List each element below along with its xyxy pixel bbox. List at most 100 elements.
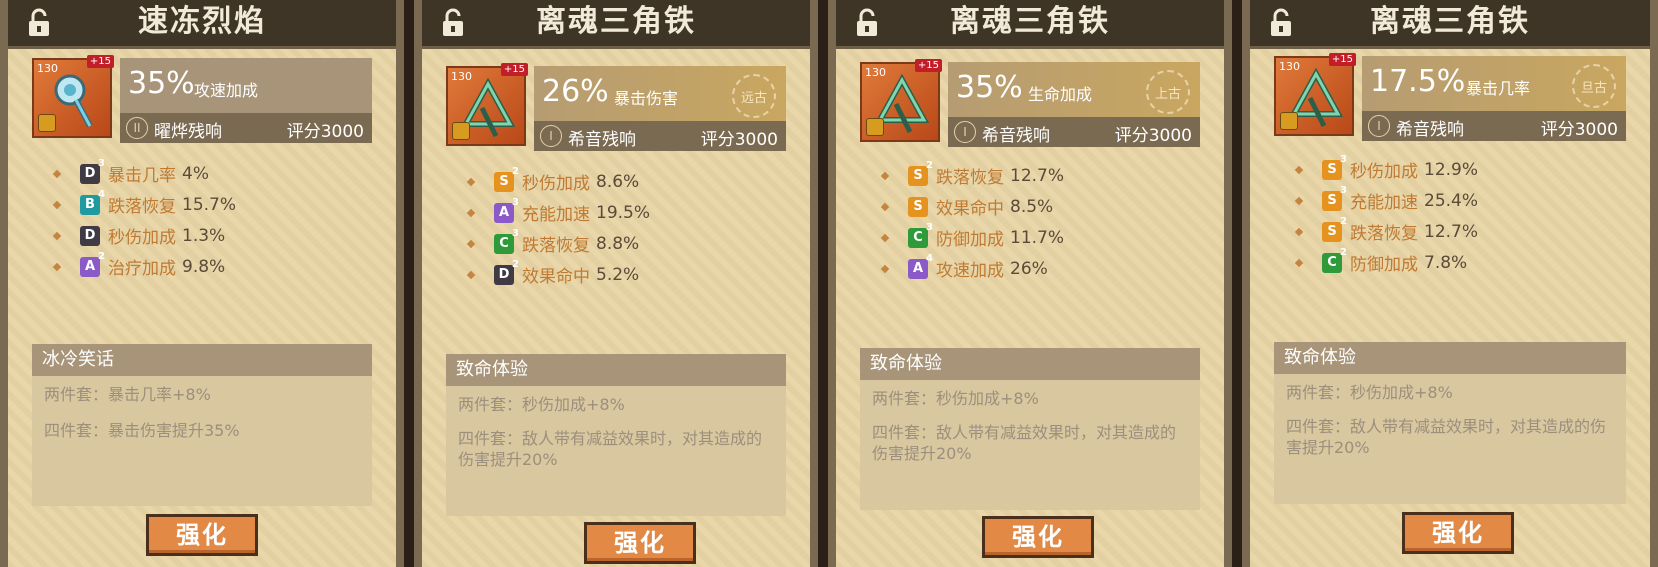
substat-value: 15.7%: [182, 194, 237, 215]
substat-row: C 2 防御加成 7.8%: [1294, 247, 1478, 278]
item-icon[interactable]: 130 +15: [1274, 53, 1356, 136]
card-title: 离魂三角铁: [950, 4, 1110, 39]
grade-badge: D2: [494, 259, 519, 285]
panel-divider: [1232, 0, 1242, 567]
panel-divider: [404, 0, 414, 567]
main-stat-label: 攻速加成: [194, 81, 259, 100]
enhance-badge: +15: [500, 63, 528, 76]
set-name: 致命体验: [446, 354, 786, 386]
equipment-card: 离魂三角铁 130 +15 35% 生命加成 上古 I 希音残响 评分3000 …: [828, 0, 1232, 567]
main-stat-value: 35%: [956, 70, 1023, 105]
enhance-button[interactable]: 强化: [146, 514, 258, 556]
bullet-icon: [52, 262, 62, 271]
four-piece-bonus: 四件套：敌人带有减益效果时，对其造成的伤害提升20%: [1286, 417, 1607, 457]
rarity-emblem-icon: 旦古: [1572, 64, 1616, 108]
substat-name: 跌落恢复: [936, 168, 1004, 188]
bullet-icon: [880, 233, 890, 242]
item-icon[interactable]: 130 +15: [446, 63, 528, 146]
substat-value: 5.2%: [596, 264, 640, 285]
grade-badge: B4: [80, 189, 105, 215]
main-stat-label: 暴击几率: [1466, 79, 1531, 98]
substat-row: S 2 秒伤加成 8.6%: [466, 166, 650, 197]
main-stat-label: 生命加成: [1028, 85, 1093, 104]
rank-badge: II: [126, 117, 148, 139]
two-piece-bonus: 两件套：秒伤加成+8%: [1286, 383, 1453, 402]
card-title-bar: 离魂三角铁: [422, 0, 810, 49]
substat-name: 防御加成: [1350, 255, 1418, 275]
item-icon[interactable]: 130 +15: [32, 55, 114, 138]
set-name: 冰冷笑话: [32, 344, 372, 376]
grade-badge: D: [80, 225, 100, 246]
substat-value: 8.8%: [596, 233, 640, 254]
grade-badge: S2: [908, 160, 933, 186]
main-stat-value: 17.5%: [1370, 64, 1466, 99]
substat-name: 跌落恢复: [1350, 224, 1418, 244]
grade-badge: C3: [494, 228, 519, 254]
rank-badge: I: [954, 121, 976, 143]
sub-row: I 希音残响 评分3000: [534, 121, 786, 151]
score: 评分3000: [700, 130, 778, 150]
substat-value: 8.6%: [596, 171, 640, 192]
set-name: 致命体验: [1274, 342, 1626, 374]
substat-name: 跌落恢复: [522, 236, 590, 256]
substat-row: D 2 效果命中 5.2%: [466, 259, 650, 290]
grade-badge: A4: [908, 253, 933, 279]
bullet-icon: [880, 171, 890, 180]
grade-badge: S: [908, 196, 928, 217]
score: 评分3000: [286, 122, 364, 142]
substat-name: 秒伤加成: [108, 228, 176, 248]
substat-row: S 2 跌落恢复 12.7%: [1294, 216, 1478, 247]
substat-name: 秒伤加成: [522, 174, 590, 194]
bullet-icon: [466, 177, 476, 186]
bullet-icon: [880, 264, 890, 273]
set-bonus-panel: 致命体验 两件套：秒伤加成+8% 四件套：敌人带有减益效果时，对其造成的伤害提升…: [446, 354, 786, 516]
substat-name: 攻速加成: [936, 261, 1004, 281]
card-title-bar: 离魂三角铁: [1250, 0, 1650, 49]
substat-value: 26%: [1010, 258, 1048, 279]
substat-value: 4%: [182, 163, 209, 184]
main-stat-value: 26%: [542, 74, 609, 109]
substat-value: 9.8%: [182, 256, 226, 277]
set-bonus-panel: 致命体验 两件套：秒伤加成+8% 四件套：敌人带有减益效果时，对其造成的伤害提升…: [1274, 342, 1626, 504]
four-piece-bonus: 四件套：敌人带有减益效果时，对其造成的伤害提升20%: [872, 423, 1177, 463]
enhance-button[interactable]: 强化: [1402, 512, 1514, 554]
resonance-name: 希音残响: [568, 130, 636, 150]
rarity-emblem-icon: 上古: [1146, 70, 1190, 114]
equipment-card-row: 速冻烈焰 130 +15 35% 攻速加成 II 曜烨残响 评分3000 D3暴…: [0, 0, 1658, 567]
substat-name: 充能加速: [522, 205, 590, 225]
substat-value: 19.5%: [596, 202, 651, 223]
substat-row: C 3 跌落恢复 8.8%: [466, 228, 650, 259]
bullet-icon: [1294, 165, 1304, 174]
card-title: 离魂三角铁: [536, 4, 696, 39]
substat-list: D 3 暴击几率 4% B 4 跌落恢复 15.7% D 秒伤加成 1.3% A 2 治疗加成 9.8…: [52, 158, 237, 282]
resonance-name: 曜烨残响: [154, 122, 222, 142]
set-badge-icon: [38, 114, 56, 132]
substat-name: 效果命中: [522, 267, 590, 287]
enhance-button[interactable]: 强化: [982, 516, 1094, 558]
score: 评分3000: [1114, 126, 1192, 146]
card-title-bar: 速冻烈焰: [8, 0, 396, 49]
substat-row: B 4 跌落恢复 15.7%: [52, 189, 237, 220]
substat-list: S 3 秒伤加成 12.9% S 3 充能加速 25.4% S 2 跌落恢复 12.7% C 2 防御…: [1294, 154, 1478, 278]
sub-row: I 希音残响 评分3000: [1362, 111, 1626, 141]
main-stat: 17.5% 暴击几率 旦古: [1362, 56, 1626, 111]
card-title-bar: 离魂三角铁: [836, 0, 1224, 49]
grade-badge: D3: [80, 158, 105, 184]
bullet-icon: [880, 202, 890, 211]
card-title: 离魂三角铁: [1370, 4, 1530, 39]
substat-value: 1.3%: [182, 225, 226, 246]
substat-value: 12.7%: [1010, 165, 1065, 186]
enhance-button[interactable]: 强化: [584, 522, 696, 564]
equipment-card: 速冻烈焰 130 +15 35% 攻速加成 II 曜烨残响 评分3000 D3暴…: [0, 0, 404, 567]
main-stat: 26% 暴击伤害 远古: [534, 66, 786, 121]
main-stat-label: 暴击伤害: [614, 89, 679, 108]
set-bonus-panel: 冰冷笑话 两件套：暴击几率+8% 四件套：暴击伤害提升35%: [32, 344, 372, 506]
enhance-badge: +15: [914, 59, 942, 72]
item-icon[interactable]: 130 +15: [860, 59, 942, 142]
main-stat-value: 35%: [128, 66, 195, 101]
substat-name: 治疗加成: [108, 259, 176, 279]
sub-row: II 曜烨残响 评分3000: [120, 113, 372, 143]
bullet-icon: [1294, 258, 1304, 267]
substat-name: 暴击几率: [108, 166, 176, 186]
substat-row: S 效果命中 8.5%: [880, 191, 1064, 222]
